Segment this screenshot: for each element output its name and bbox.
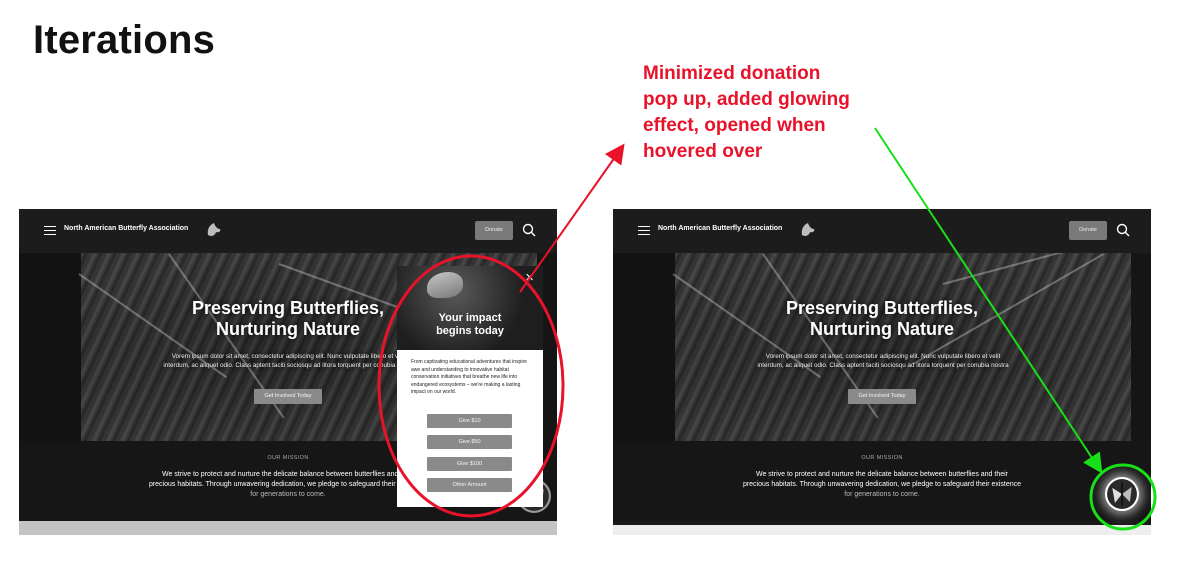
popup-title-line: begins today [436, 325, 504, 337]
search-icon[interactable] [522, 223, 536, 237]
popup-title-line: Your impact [438, 312, 502, 324]
other-amount-button[interactable]: Other Amount [427, 478, 512, 492]
mission-section: OUR MISSION We strive to protect and nur… [613, 441, 1151, 521]
site-brand[interactable]: North American Butterfly Association [64, 225, 188, 232]
hero-body: Vorem ipsum dolor sit amet, consectetur … [713, 352, 1053, 370]
mission-label: OUR MISSION [861, 455, 903, 461]
site-header: North American Butterfly Association Don… [613, 209, 1151, 253]
search-icon[interactable] [1116, 223, 1130, 237]
annotation-line: effect, opened when [643, 115, 826, 136]
site-header: North American Butterfly Association Don… [19, 209, 557, 253]
hamburger-icon[interactable] [638, 226, 650, 235]
annotation-text: Minimized donation pop up, added glowing… [643, 61, 883, 165]
annotation-line: pop up, added glowing [643, 89, 850, 110]
get-involved-button[interactable]: Get Involved Today [254, 389, 322, 404]
popup-body: From captivating educational adventures … [411, 359, 527, 395]
mission-line: for generations to come. [844, 491, 920, 498]
wing-vein [942, 253, 1137, 285]
butterfly-image [427, 272, 463, 298]
close-icon[interactable]: ✕ [525, 273, 534, 284]
annotation-line: Minimized donation [643, 63, 821, 84]
give-10-button[interactable]: Give $10 [427, 414, 512, 428]
mission-line: We strive to protect and nurture the del… [755, 471, 1009, 478]
hero-title-line: Preserving Butterflies, [785, 298, 979, 318]
site-brand[interactable]: North American Butterfly Association [658, 225, 782, 232]
annotation-line: hovered over [643, 141, 763, 162]
mission-text: We strive to protect and nurture the del… [725, 470, 1039, 500]
butterfly-logo-icon [801, 223, 815, 236]
popup-header-image: ✕ Your impact begins today [397, 266, 543, 350]
popup-title: Your impact begins today [397, 312, 543, 338]
donation-popup: ✕ Your impact begins today From captivat… [397, 266, 543, 507]
butterfly-fab-icon [1107, 479, 1137, 509]
hero-shade-left [613, 253, 675, 441]
page-footer-strip [19, 521, 557, 535]
page-footer-strip [613, 525, 1151, 535]
hero-section: Preserving Butterflies, Nurturing Nature… [613, 253, 1151, 441]
give-100-button[interactable]: Give $100 [427, 457, 512, 471]
hero-shade-left [19, 253, 81, 441]
screenshot-before: North American Butterfly Association Don… [19, 209, 557, 535]
butterfly-logo-icon [207, 223, 221, 236]
hero-title: Preserving Butterflies, Nurturing Nature [613, 298, 1151, 340]
donate-button[interactable]: Donate [475, 221, 513, 240]
hamburger-icon[interactable] [44, 226, 56, 235]
hero-shade-right [1131, 253, 1151, 441]
donation-fab-glowing[interactable] [1105, 477, 1139, 511]
hero-body-line: interdum, ac aliquet odio. Class aptent … [757, 362, 1009, 369]
get-involved-button[interactable]: Get Involved Today [848, 389, 916, 404]
give-50-button[interactable]: Give $50 [427, 435, 512, 449]
hero-title-line: Nurturing Nature [810, 319, 954, 339]
slide-title: Iterations [33, 18, 216, 62]
screenshot-after: North American Butterfly Association Don… [613, 209, 1151, 535]
donate-button[interactable]: Donate [1069, 221, 1107, 240]
mission-line: precious habitats. Through unwavering de… [742, 481, 1022, 488]
hero-body-line: Vorem ipsum dolor sit amet, consectetur … [765, 353, 1001, 360]
